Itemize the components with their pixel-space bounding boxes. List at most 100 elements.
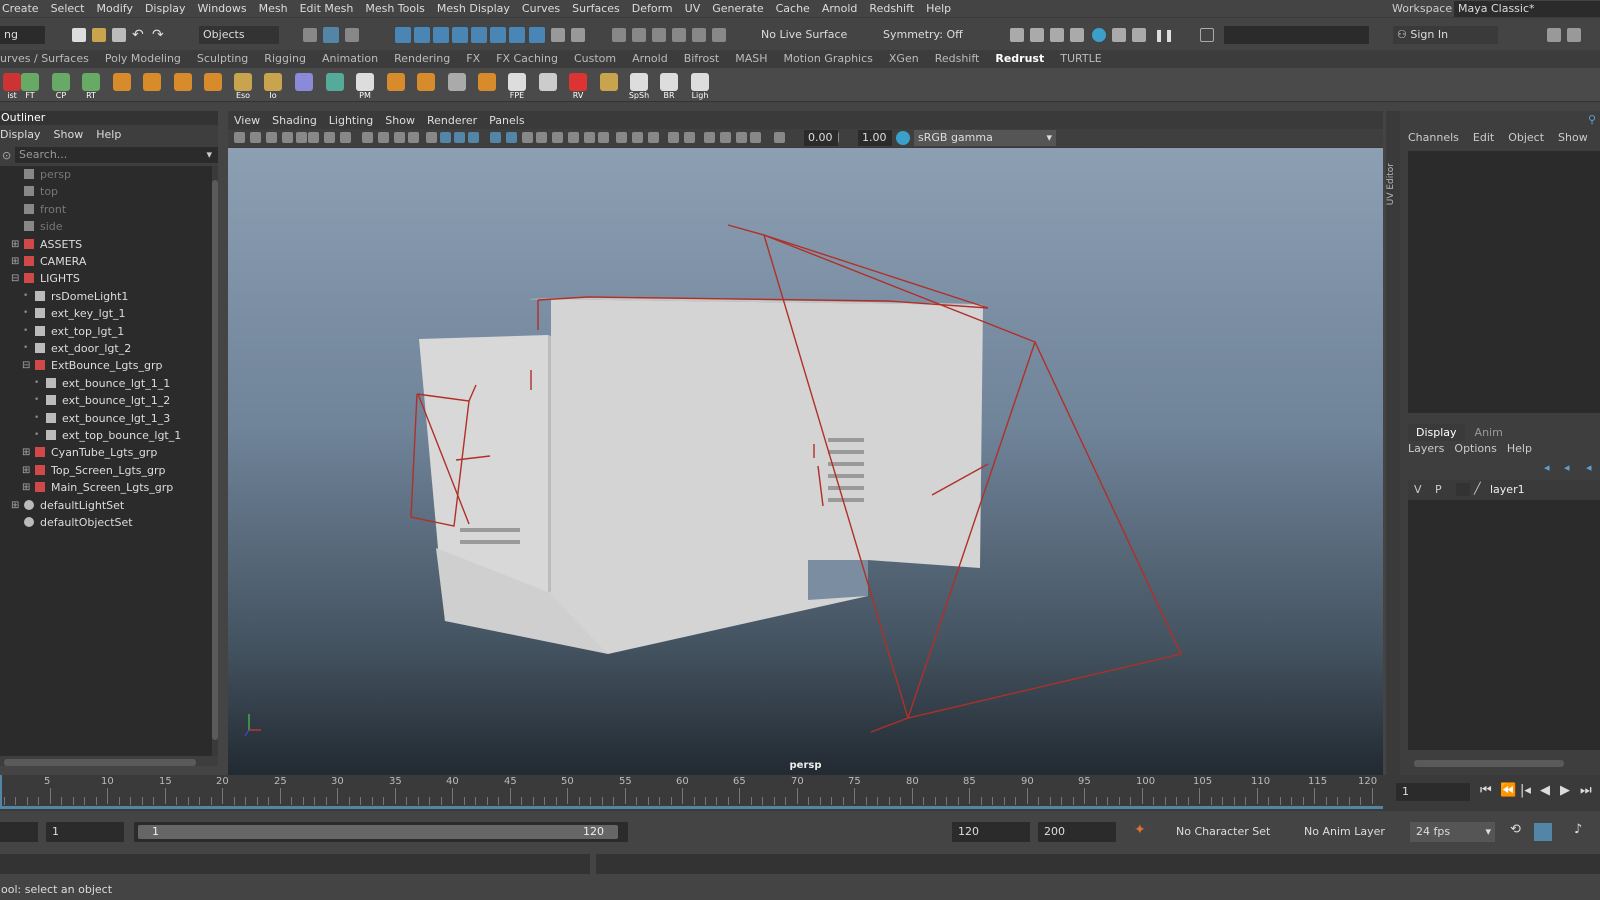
step-forward-key-icon[interactable]: ⏭ [1580, 783, 1600, 798]
expand-icon[interactable]: ⊞ [11, 236, 19, 253]
scrollbar-thumb[interactable] [212, 180, 218, 740]
outliner-item-top-screen-lgts-grp[interactable]: ⊞ Top_Screen_Lgts_grp [22, 462, 166, 479]
exposure-icon[interactable] [774, 132, 785, 143]
outliner-item-rsdomelight1[interactable]: • rsDomeLight1 [23, 288, 128, 305]
menu-uv[interactable]: UV [679, 1, 707, 16]
chevron-down-icon[interactable]: ▾ [206, 147, 212, 162]
menu-curves[interactable]: Curves [516, 1, 566, 16]
outliner-search-input[interactable]: Search... ▾ [15, 147, 218, 163]
backface-icon[interactable] [648, 132, 659, 143]
outliner-menu-help[interactable]: Help [96, 128, 121, 141]
viewport-canvas[interactable]: persp [228, 148, 1383, 775]
sign-in-button[interactable]: ⚇ Sign In [1393, 26, 1498, 44]
outliner-item-camera[interactable]: ⊞ CAMERA [11, 253, 86, 270]
outliner-item-top[interactable]: top [24, 183, 58, 200]
shelf-icon-tool-16[interactable] [445, 71, 469, 99]
color-management-icon[interactable] [896, 131, 910, 145]
shelf-tab-poly-modeling[interactable]: Poly Modeling [97, 50, 189, 68]
isolate-select-icon[interactable] [598, 132, 609, 143]
shelf-tab-mash[interactable]: MASH [727, 50, 775, 68]
shelf-tab-fx-caching[interactable]: FX Caching [488, 50, 566, 68]
shelf-tab-urves-surfaces[interactable]: urves / Surfaces [0, 50, 97, 68]
outliner-item-ext-bounce-lgt-1-3[interactable]: • ext_bounce_lgt_1_3 [34, 410, 170, 427]
move-layer-down-icon[interactable]: ◂ [1564, 461, 1570, 474]
live-surface-field[interactable]: No Live Surface [757, 26, 857, 44]
shelf-icon-io[interactable]: Io [261, 71, 285, 100]
shelf-icon-tool-14[interactable] [384, 71, 408, 99]
layer-playback-toggle[interactable]: P [1435, 483, 1442, 496]
outliner-item-ext-top-bounce-lgt-1[interactable]: • ext_top_bounce_lgt_1 [34, 427, 181, 444]
film-gate-icon[interactable] [308, 132, 319, 143]
menu-select[interactable]: Select [45, 1, 91, 16]
menu-windows[interactable]: Windows [192, 1, 253, 16]
layer-row[interactable]: V P ╱ layer1 [1408, 480, 1600, 500]
shelf-icon-fpe[interactable]: FPE [505, 71, 529, 100]
shelf-icon-tool-15[interactable] [414, 71, 438, 99]
step-back-key-icon[interactable]: ⏪ [1500, 783, 1520, 798]
shelf-icon-pm[interactable]: PM [353, 71, 377, 100]
pan-zoom-icon[interactable] [408, 132, 419, 143]
safe-action-icon[interactable] [378, 132, 389, 143]
shelf-icon-cp[interactable]: CP [49, 71, 73, 100]
menu-set-dropdown[interactable]: ng [0, 26, 45, 44]
shelf-tab-sculpting[interactable]: Sculpting [189, 50, 256, 68]
snap-surface-icon[interactable] [471, 27, 487, 43]
viewport-menu-view[interactable]: View [228, 111, 266, 131]
hypershade-icon[interactable] [1112, 28, 1126, 42]
menu-mesh-display[interactable]: Mesh Display [431, 1, 516, 16]
attribute-editor-toggle-icon[interactable] [1567, 28, 1581, 42]
toolkit-icon[interactable] [1547, 28, 1561, 42]
range-slider-handle[interactable]: 1 120 [138, 825, 618, 839]
rotate-icon[interactable] [712, 28, 726, 42]
gate-mask-icon[interactable] [340, 132, 351, 143]
grease-pencil-icon[interactable] [684, 132, 695, 143]
lasso-icon[interactable] [652, 28, 666, 42]
shelf-tab-turtle[interactable]: TURTLE [1052, 50, 1109, 68]
menu-deform[interactable]: Deform [626, 1, 679, 16]
lock-icon[interactable] [551, 28, 565, 42]
time-slider[interactable]: 5 10 15 20 25 30 35 40 45 50 55 60 65 70 75 80 85 90 95 100… [0, 775, 1600, 811]
outliner-item-main-screen-lgts-grp[interactable]: ⊞ Main_Screen_Lgts_grp [22, 479, 173, 496]
select-component-icon[interactable] [345, 28, 359, 42]
hud-icon[interactable] [668, 132, 679, 143]
layer-display-type-toggle[interactable] [1456, 483, 1470, 496]
default-material-icon[interactable] [454, 132, 465, 143]
layer-menu-options[interactable]: Options [1454, 442, 1496, 455]
layer-menu-layers[interactable]: Layers [1408, 442, 1444, 455]
snap-grid-icon[interactable] [395, 27, 411, 43]
shelf-icon-tool-21[interactable] [597, 71, 621, 99]
loop-icon[interactable]: ⟲ [1510, 822, 1521, 837]
menu-redshift[interactable]: Redshift [863, 1, 920, 16]
time-ruler[interactable]: 5 10 15 20 25 30 35 40 45 50 55 60 65 70 75 80 85 90 95 100… [0, 775, 1383, 811]
outliner-vertical-scrollbar[interactable] [212, 166, 218, 756]
go-to-start-icon[interactable]: ⏮ [1480, 783, 1500, 798]
menu-help[interactable]: Help [920, 1, 957, 16]
anti-aliasing-icon[interactable] [568, 132, 579, 143]
shelf-icon-tool-11[interactable] [292, 71, 316, 99]
panel-toggle-icon[interactable] [1200, 28, 1214, 42]
render-sequence-icon[interactable] [1030, 28, 1044, 42]
outliner-menu-show[interactable]: Show [54, 128, 84, 141]
resolution-gate-icon[interactable] [324, 132, 335, 143]
new-layer-icon[interactable]: ◂ [1586, 461, 1592, 474]
outliner-item-persp[interactable]: persp [24, 166, 71, 183]
channel-box-menu-object[interactable]: Object [1508, 131, 1544, 144]
shelf-tab-motion-graphics[interactable]: Motion Graphics [776, 50, 881, 68]
expand-icon[interactable]: ⊞ [11, 253, 19, 270]
expand-icon[interactable]: ⊞ [11, 497, 19, 514]
shelf-tab-xgen[interactable]: XGen [881, 50, 927, 68]
motion-blur-icon[interactable] [552, 132, 563, 143]
anim-layer-dropdown[interactable]: No Anim Layer [1298, 822, 1398, 842]
layer-horizontal-scrollbar[interactable] [1414, 760, 1564, 767]
shelf-icon-ft[interactable]: FT [18, 71, 42, 100]
outliner-item-front[interactable]: front [24, 201, 66, 218]
select-object-icon[interactable] [323, 27, 339, 43]
channel-box-menu-show[interactable]: Show [1558, 131, 1588, 144]
undo-icon[interactable]: ↶ [132, 28, 146, 42]
shelf-icon-tool-8[interactable] [201, 71, 225, 99]
construction-history-icon[interactable] [632, 28, 646, 42]
expand-icon[interactable]: ⊞ [22, 479, 30, 496]
layer-menu-help[interactable]: Help [1507, 442, 1532, 455]
mel-input[interactable] [0, 854, 590, 874]
viewport-menu-show[interactable]: Show [379, 111, 421, 131]
